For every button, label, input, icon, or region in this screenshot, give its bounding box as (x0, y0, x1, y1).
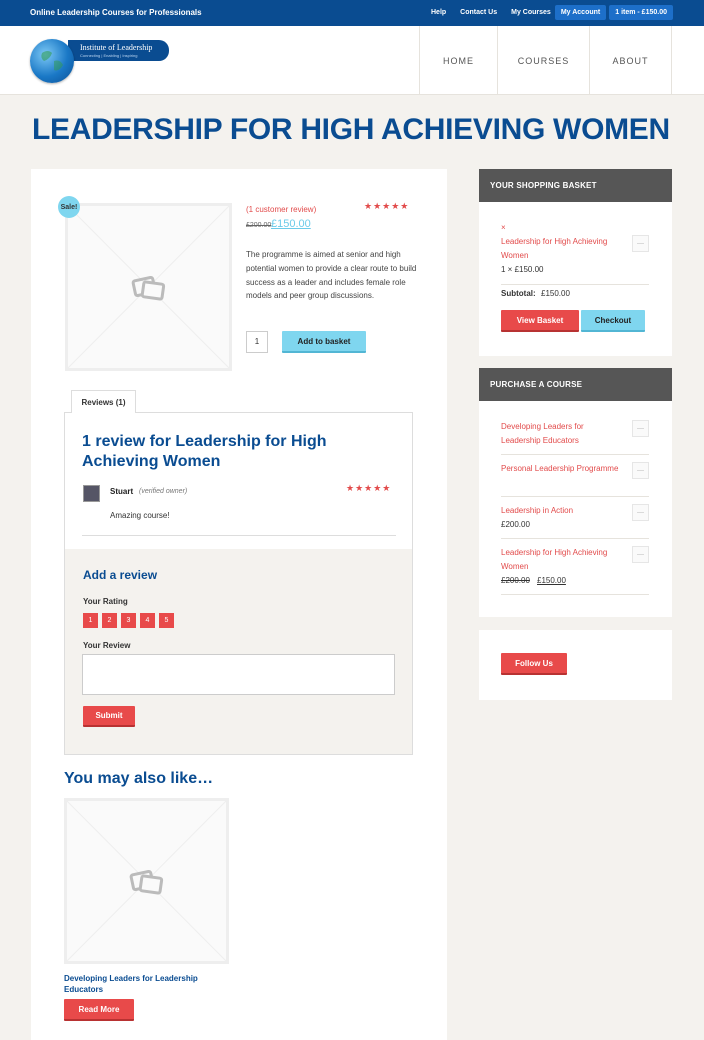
rating-option-1[interactable]: 1 (83, 613, 98, 628)
nav-courses[interactable]: COURSES (498, 26, 590, 95)
basket-heading: YOUR SHOPPING BASKET (479, 169, 672, 202)
checkout-button[interactable]: Checkout (581, 310, 645, 332)
basket-item-qty: 1 × £150.00 (501, 265, 544, 274)
subtotal-label: Subtotal: (501, 289, 536, 298)
avatar (83, 485, 100, 502)
globe-icon (30, 39, 74, 83)
image-placeholder-icon (67, 801, 226, 961)
help-link[interactable]: Help (431, 9, 446, 16)
divider (82, 535, 396, 536)
sale-badge: Sale! (58, 196, 80, 218)
sale-price[interactable]: £150.00 (271, 218, 311, 230)
purchase-item-0[interactable]: Developing Leaders for Leadership Educat… (501, 420, 621, 448)
contact-us-link[interactable]: Contact Us (460, 9, 497, 16)
site-header: Institute of Leadership Connecting | Ena… (0, 26, 704, 95)
purchase-item-1[interactable]: Personal Leadership Programme (501, 462, 621, 476)
rating-option-5[interactable]: 5 (159, 613, 174, 628)
follow-us-button[interactable]: Follow Us (501, 653, 567, 675)
purchase-item-2[interactable]: Leadership in Action (501, 504, 621, 518)
rating-option-3[interactable]: 3 (121, 613, 136, 628)
divider (501, 284, 649, 285)
top-links: Help Contact Us My Courses My Account 1 … (431, 5, 673, 20)
add-square-icon[interactable]: — (632, 235, 649, 252)
add-to-basket-button[interactable]: Add to basket (282, 331, 366, 353)
nav-home[interactable]: HOME (420, 26, 498, 95)
add-square-icon[interactable]: — (632, 546, 649, 563)
review-label: Your Review (83, 641, 131, 650)
related-product-title[interactable]: Developing Leaders for Leadership Educat… (64, 974, 234, 995)
add-square-icon[interactable]: — (632, 462, 649, 479)
verified-owner-label: (verified owner) (139, 488, 188, 495)
basket-item-name[interactable]: Leadership for High Achieving Women (501, 235, 626, 263)
cart-button[interactable]: 1 item - £150.00 (609, 5, 673, 20)
add-review-heading: Add a review (83, 568, 158, 582)
site-tagline: Online Leadership Courses for Profession… (30, 8, 202, 17)
rating-option-4[interactable]: 4 (140, 613, 155, 628)
nav-about[interactable]: ABOUT (590, 26, 672, 95)
purchase-item-3-old-price: £200.00 (501, 576, 530, 585)
tab-reviews[interactable]: Reviews (1) (71, 390, 136, 413)
rating-label: Your Rating (83, 597, 128, 606)
review-text: Amazing course! (110, 511, 170, 520)
view-basket-button[interactable]: View Basket (501, 310, 579, 332)
quantity-input[interactable]: 1 (246, 331, 268, 353)
review-textarea[interactable] (82, 654, 395, 695)
my-courses-link[interactable]: My Courses (511, 9, 551, 16)
product-description: The programme is aimed at senior and hig… (246, 250, 417, 301)
rating-option-2[interactable]: 2 (102, 613, 117, 628)
logo-title: Institute of Leadership (80, 43, 153, 52)
main-nav: HOME COURSES ABOUT (419, 26, 672, 95)
top-bar: Online Leadership Courses for Profession… (0, 0, 704, 26)
related-product-image[interactable] (64, 798, 229, 964)
purchase-item-2-price: £200.00 (501, 520, 530, 529)
product-image[interactable] (65, 203, 232, 371)
image-placeholder-icon (68, 206, 229, 368)
purchase-heading: PURCHASE A COURSE (479, 368, 672, 401)
divider (501, 454, 649, 455)
related-heading: You may also like… (64, 770, 214, 787)
divider (501, 538, 649, 539)
my-account-button[interactable]: My Account (554, 5, 607, 20)
site-logo[interactable]: Institute of Leadership Connecting | Ena… (30, 38, 175, 84)
divider (501, 496, 649, 497)
add-square-icon[interactable]: — (632, 504, 649, 521)
logo-banner: Institute of Leadership Connecting | Ena… (68, 40, 169, 61)
product-rating-stars: ★★★★★ (364, 201, 410, 211)
old-price: £200.00 (246, 222, 272, 229)
review-author: Stuart (110, 487, 134, 496)
submit-review-button[interactable]: Submit (83, 706, 135, 727)
customer-review-link[interactable]: (1 customer review) (246, 205, 316, 214)
divider (501, 594, 649, 595)
read-more-button[interactable]: Read More (64, 999, 134, 1021)
purchase-item-3-price: £150.00 (537, 576, 566, 585)
reviews-heading: 1 review for Leadership for High Achievi… (82, 433, 327, 470)
purchase-item-3[interactable]: Leadership for High Achieving Women (501, 546, 626, 574)
review-rating-stars: ★★★★★ (346, 483, 392, 493)
remove-item-link[interactable]: × (501, 221, 506, 235)
add-square-icon[interactable]: — (632, 420, 649, 437)
page-title: LEADERSHIP FOR HIGH ACHIEVING WOMEN (32, 113, 670, 146)
logo-subtitle: Connecting | Enabling | Inspiring (80, 53, 138, 58)
subtotal-value: £150.00 (541, 289, 570, 298)
